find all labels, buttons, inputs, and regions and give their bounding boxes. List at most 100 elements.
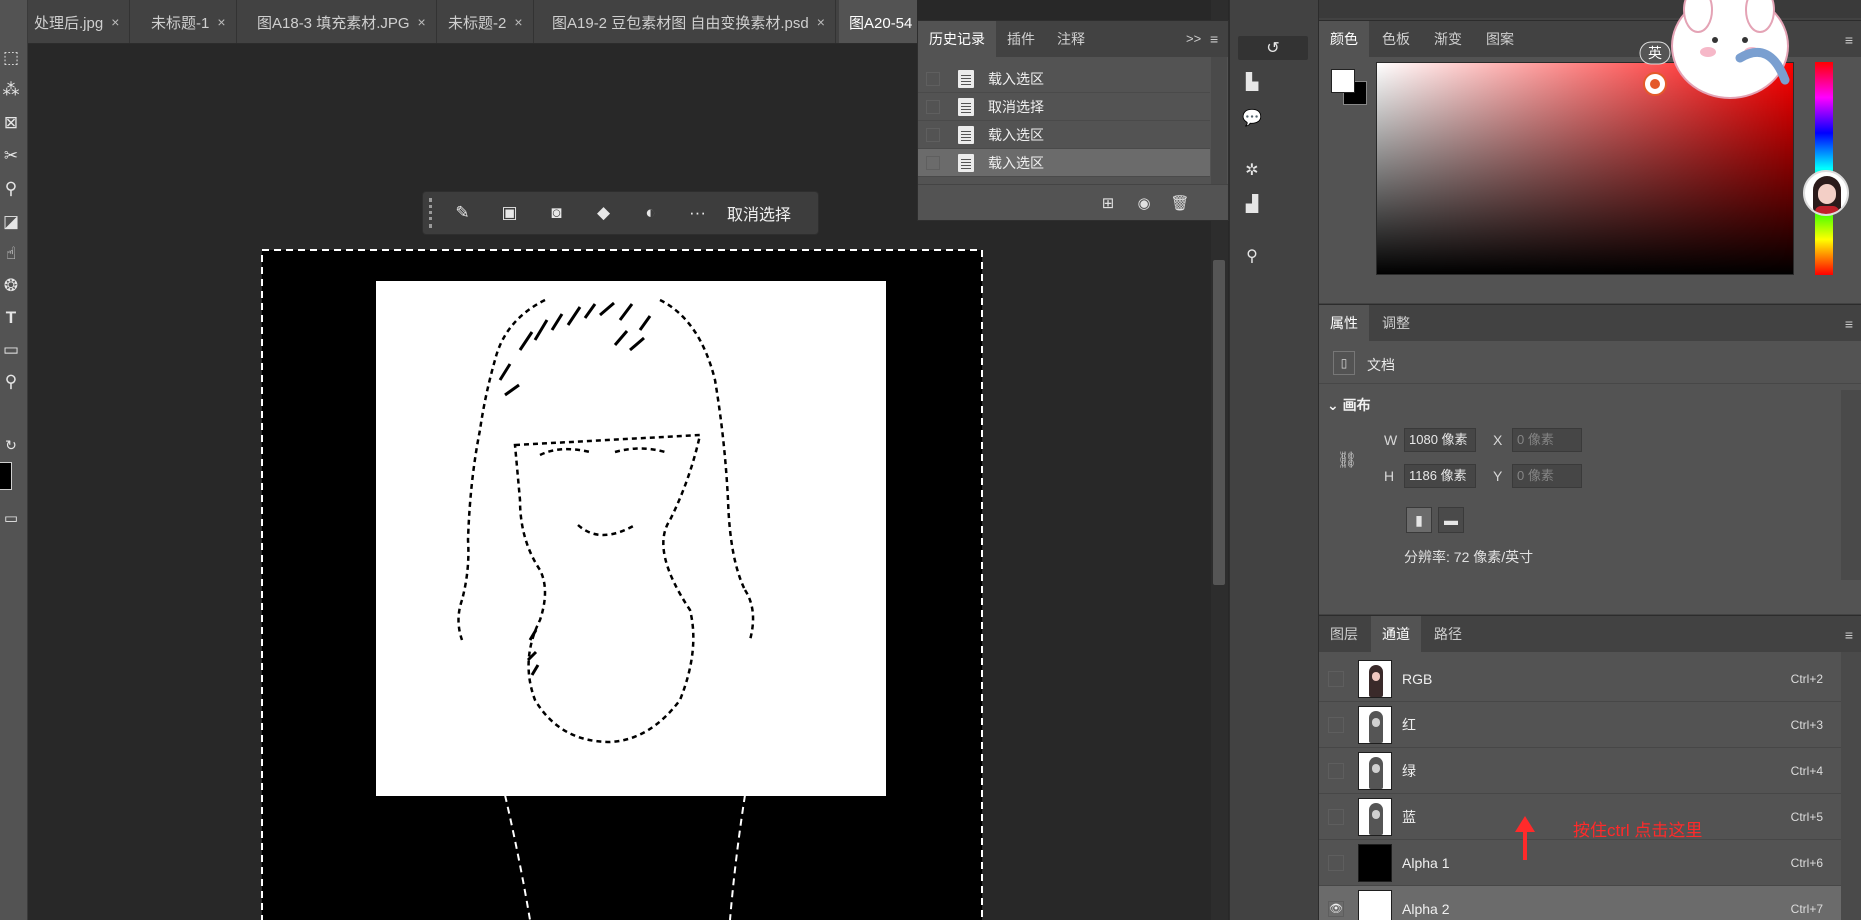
collapse-panel-icon[interactable]: >> bbox=[1182, 21, 1205, 57]
tab-adjustments[interactable]: 调整 bbox=[1371, 305, 1421, 341]
clone-source-icon[interactable]: ⚲ bbox=[1240, 244, 1264, 268]
deselect-button[interactable]: 取消选择 bbox=[721, 201, 791, 225]
tab-document-1[interactable]: 处理后.jpg × bbox=[28, 0, 131, 43]
panel-menu-icon[interactable]: ≡ bbox=[1204, 21, 1224, 57]
tab-channels[interactable]: 通道 bbox=[1371, 616, 1421, 652]
close-icon[interactable]: × bbox=[514, 14, 522, 30]
channel-row-rgb[interactable]: RGB Ctrl+2 bbox=[1319, 656, 1841, 702]
y-field[interactable]: 0 像素 bbox=[1512, 464, 1582, 488]
close-icon[interactable]: × bbox=[217, 14, 225, 30]
plugins-icon[interactable]: ▙ bbox=[1240, 70, 1264, 94]
navigator-icon[interactable]: ✲ bbox=[1240, 158, 1264, 182]
landscape-orientation-icon[interactable]: ▬ bbox=[1438, 507, 1464, 533]
tab-notes[interactable]: 注释 bbox=[1046, 21, 1096, 57]
transform-select-icon[interactable]: ▣ bbox=[486, 191, 533, 235]
tab-plugins[interactable]: 插件 bbox=[996, 21, 1046, 57]
channel-row-alpha-1[interactable]: Alpha 1 Ctrl+6 bbox=[1319, 840, 1841, 886]
scrollbar-thumb[interactable] bbox=[1213, 260, 1225, 585]
tab-history[interactable]: 历史记录 bbox=[918, 21, 996, 57]
tab-layers[interactable]: 图层 bbox=[1319, 616, 1369, 652]
close-icon[interactable]: × bbox=[817, 14, 825, 30]
tab-document-5[interactable]: 图A19-2 豆包素材图 自由变换素材.psd × bbox=[542, 0, 836, 43]
dodge-tool-icon[interactable]: ❂ bbox=[0, 272, 22, 298]
eraser-tool-icon[interactable]: ◪ bbox=[0, 208, 22, 234]
mask-icon[interactable]: ◙ bbox=[533, 191, 580, 235]
visibility-toggle[interactable] bbox=[1328, 854, 1344, 871]
tab-document-active[interactable]: 图A20-54 bbox=[839, 0, 917, 43]
canvas-section-title: 画布 bbox=[1342, 397, 1371, 413]
screen-mode-icon[interactable]: ▭ bbox=[0, 505, 22, 531]
more-icon[interactable]: ··· bbox=[674, 191, 721, 235]
visibility-toggle[interactable] bbox=[1328, 808, 1344, 825]
tab-properties[interactable]: 属性 bbox=[1319, 305, 1369, 341]
tab-color[interactable]: 颜色 bbox=[1319, 21, 1369, 57]
channels-scrollbar[interactable] bbox=[1841, 652, 1861, 920]
visibility-toggle[interactable] bbox=[1328, 762, 1344, 779]
healing-tool-icon[interactable]: ✂ bbox=[0, 142, 22, 168]
rectangle-tool-icon[interactable]: ▭ bbox=[0, 336, 22, 362]
visibility-toggle[interactable] bbox=[1328, 670, 1344, 687]
tab-gradients[interactable]: 渐变 bbox=[1423, 21, 1473, 57]
tab-document-2[interactable]: 未标题-1 × bbox=[141, 0, 237, 43]
foreground-color-swatch[interactable] bbox=[1331, 69, 1355, 93]
tab-label: 图A19-2 豆包素材图 自由变换素材.psd bbox=[552, 14, 809, 32]
fill-bucket-icon[interactable]: ◆ bbox=[580, 191, 627, 235]
channel-name: Alpha 1 bbox=[1402, 854, 1450, 871]
snapshot-camera-icon[interactable]: ◉ bbox=[1134, 193, 1154, 213]
history-brush-source-checkbox[interactable] bbox=[926, 99, 940, 114]
width-field[interactable]: 1080 像素 bbox=[1404, 428, 1476, 452]
panel-menu-icon[interactable]: ≡ bbox=[1845, 627, 1853, 643]
hue-slider[interactable] bbox=[1815, 62, 1833, 275]
history-item-selected[interactable]: 载入选区 bbox=[918, 149, 1210, 177]
history-item[interactable]: 取消选择 bbox=[918, 93, 1210, 121]
channel-shortcut: Ctrl+3 bbox=[1790, 717, 1823, 732]
red-arrow-icon bbox=[1515, 816, 1535, 860]
zoom-tool-icon[interactable]: ⚲ bbox=[0, 368, 22, 394]
canvas-section-toggle[interactable]: ⌄ 画布 bbox=[1327, 395, 1371, 415]
smudge-tool-icon[interactable]: ☝ bbox=[0, 240, 22, 266]
height-field[interactable]: 1186 像素 bbox=[1404, 464, 1476, 488]
portrait-orientation-icon[interactable]: ▮ bbox=[1406, 507, 1432, 533]
channel-row-green[interactable]: 绿 Ctrl+4 bbox=[1319, 748, 1841, 794]
close-icon[interactable]: × bbox=[418, 14, 426, 30]
properties-scrollbar[interactable] bbox=[1841, 390, 1861, 580]
tab-label: 未标题-1 bbox=[151, 14, 210, 32]
tab-paths[interactable]: 路径 bbox=[1423, 616, 1473, 652]
avatar[interactable] bbox=[1803, 170, 1849, 216]
drag-handle[interactable] bbox=[429, 198, 439, 228]
marquee-tool-icon[interactable]: ⬚ bbox=[0, 44, 22, 70]
history-brush-source-checkbox[interactable] bbox=[926, 71, 940, 86]
swap-colors-icon[interactable]: ↻ bbox=[0, 432, 22, 458]
new-document-from-state-icon[interactable]: ⊞ bbox=[1098, 193, 1118, 213]
comment-icon[interactable]: 💬 bbox=[1240, 106, 1264, 130]
magic-wand-tool-icon[interactable]: ⁂ bbox=[0, 76, 22, 102]
history-item[interactable]: 载入选区 bbox=[918, 65, 1210, 93]
trash-icon[interactable]: 🗑 bbox=[1170, 193, 1190, 213]
history-item[interactable]: 载入选区 bbox=[918, 121, 1210, 149]
channel-row-red[interactable]: 红 Ctrl+3 bbox=[1319, 702, 1841, 748]
history-brush-source-checkbox[interactable] bbox=[926, 127, 940, 142]
brush-select-icon[interactable]: ✎ bbox=[439, 191, 486, 235]
panel-menu-icon[interactable]: ≡ bbox=[1845, 316, 1853, 332]
adjust-circle-icon[interactable]: ◐ bbox=[627, 191, 674, 235]
channel-row-alpha-2[interactable]: 👁 Alpha 2 Ctrl+7 bbox=[1319, 886, 1841, 920]
history-brush-icon[interactable]: ↺ bbox=[1238, 36, 1308, 60]
type-tool-icon[interactable]: T bbox=[0, 304, 22, 330]
foreground-color-swatch[interactable] bbox=[0, 462, 12, 490]
tab-document-4[interactable]: 未标题-2 × bbox=[438, 0, 534, 43]
y-label: Y bbox=[1493, 468, 1503, 484]
stamp-tool-icon[interactable]: ⚲ bbox=[0, 175, 22, 201]
history-scrollbar[interactable] bbox=[1211, 57, 1227, 184]
tab-document-3[interactable]: 图A18-3 填充素材.JPG × bbox=[247, 0, 437, 43]
panel-menu-icon[interactable]: ≡ bbox=[1845, 32, 1853, 48]
x-field[interactable]: 0 像素 bbox=[1512, 428, 1582, 452]
eye-icon[interactable]: 👁 bbox=[1328, 900, 1344, 917]
tab-patterns[interactable]: 图案 bbox=[1475, 21, 1525, 57]
tab-swatches[interactable]: 色板 bbox=[1371, 21, 1421, 57]
frame-tool-icon[interactable]: ⊠ bbox=[0, 109, 22, 135]
visibility-toggle[interactable] bbox=[1328, 716, 1344, 733]
history-brush-source-checkbox[interactable] bbox=[926, 155, 940, 170]
close-icon[interactable]: × bbox=[111, 14, 119, 30]
link-dimensions-icon[interactable]: ⛓ bbox=[1337, 450, 1357, 470]
histogram-icon[interactable]: ▟ bbox=[1240, 192, 1264, 216]
